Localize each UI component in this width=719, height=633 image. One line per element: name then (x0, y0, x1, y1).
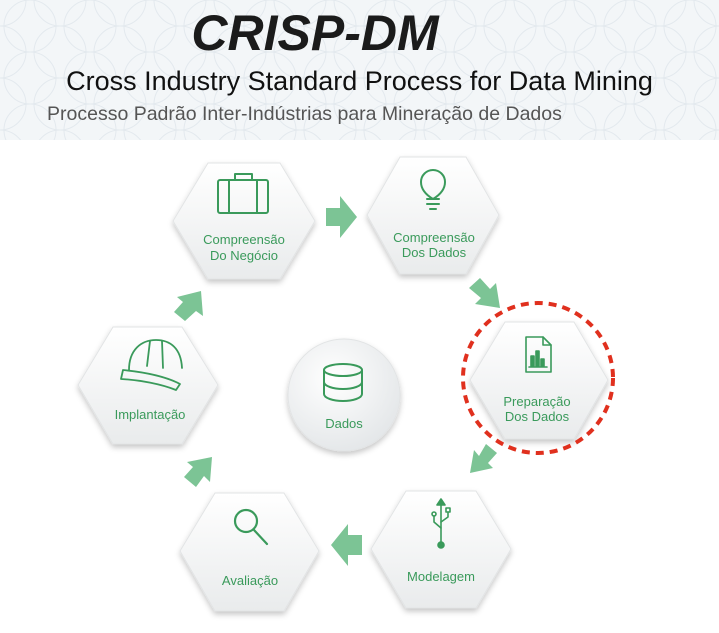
arrow-data-to-preparation (469, 278, 500, 308)
phase-label: Modelagem (407, 569, 475, 584)
arrow-preparation-to-modeling (470, 444, 497, 473)
phase-deployment[interactable] (77, 326, 219, 445)
phase-label: Preparação (503, 394, 570, 409)
phase-label: Compreensão (203, 232, 285, 247)
arrow-deployment-to-business (174, 291, 203, 321)
center-label: Dados (325, 416, 363, 431)
phase-label: Dos Dados (402, 245, 467, 260)
phase-label: Dos Dados (505, 409, 570, 424)
phase-label: Compreensão (393, 230, 475, 245)
phase-label: Implantação (115, 407, 186, 422)
arrow-evaluation-to-deployment (184, 457, 212, 487)
arrow-business-to-data (326, 196, 357, 238)
center-data-node[interactable] (287, 338, 401, 452)
crisp-dm-cycle-diagram: Compreensão Do Negócio Compreensão Dos D… (77, 156, 615, 612)
phase-label: Avaliação (222, 573, 278, 588)
arrow-modeling-to-evaluation (331, 524, 362, 566)
phase-label: Do Negócio (210, 248, 278, 263)
